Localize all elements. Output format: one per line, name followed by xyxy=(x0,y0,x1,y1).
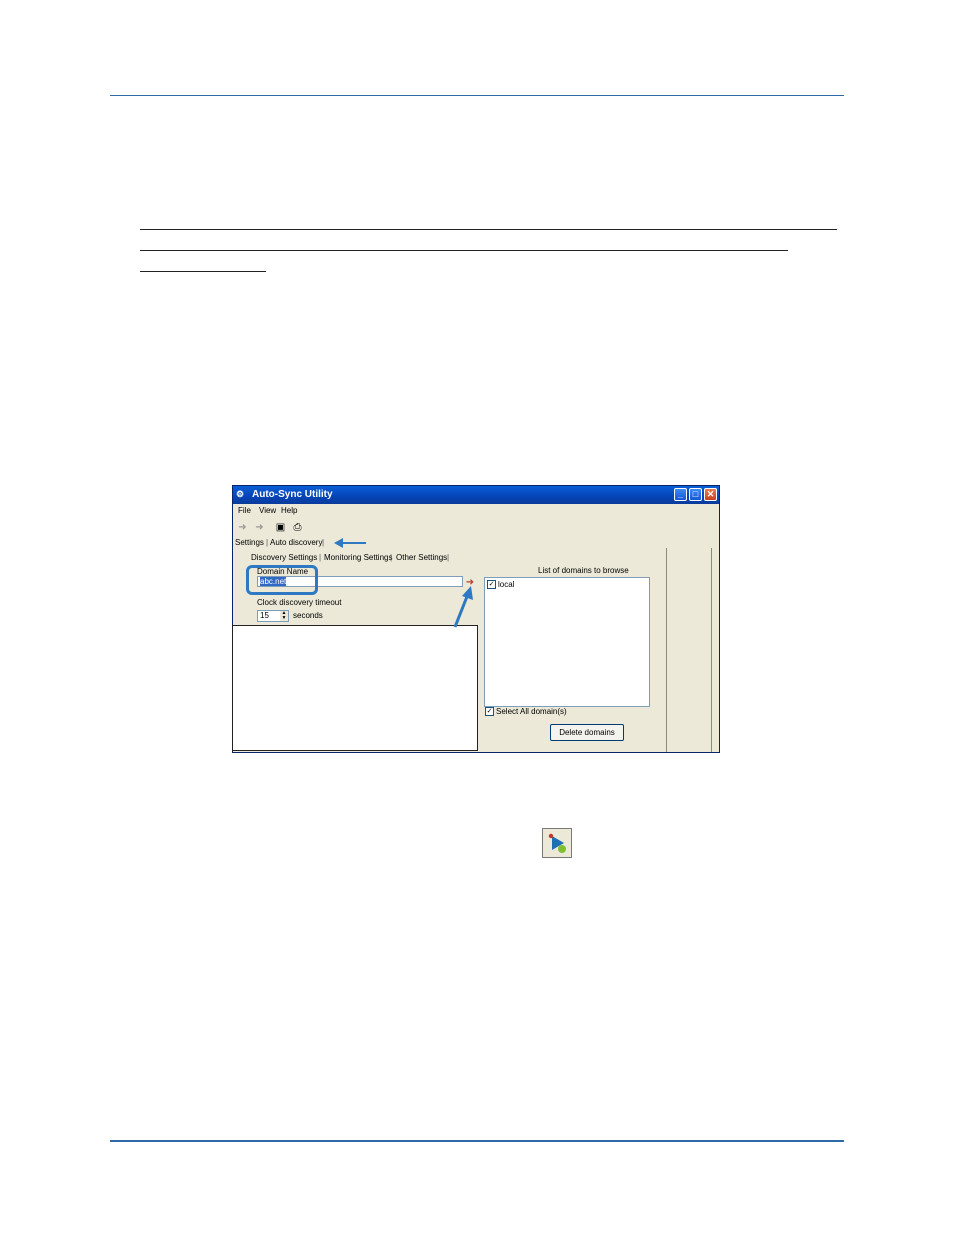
auto-discovery-play-icon xyxy=(542,828,572,858)
arrow-to-auto-discovery-tab xyxy=(334,538,366,548)
annotation-arrows xyxy=(334,538,473,628)
footer-rule xyxy=(110,1140,844,1142)
arrow-to-add-button xyxy=(453,586,473,628)
